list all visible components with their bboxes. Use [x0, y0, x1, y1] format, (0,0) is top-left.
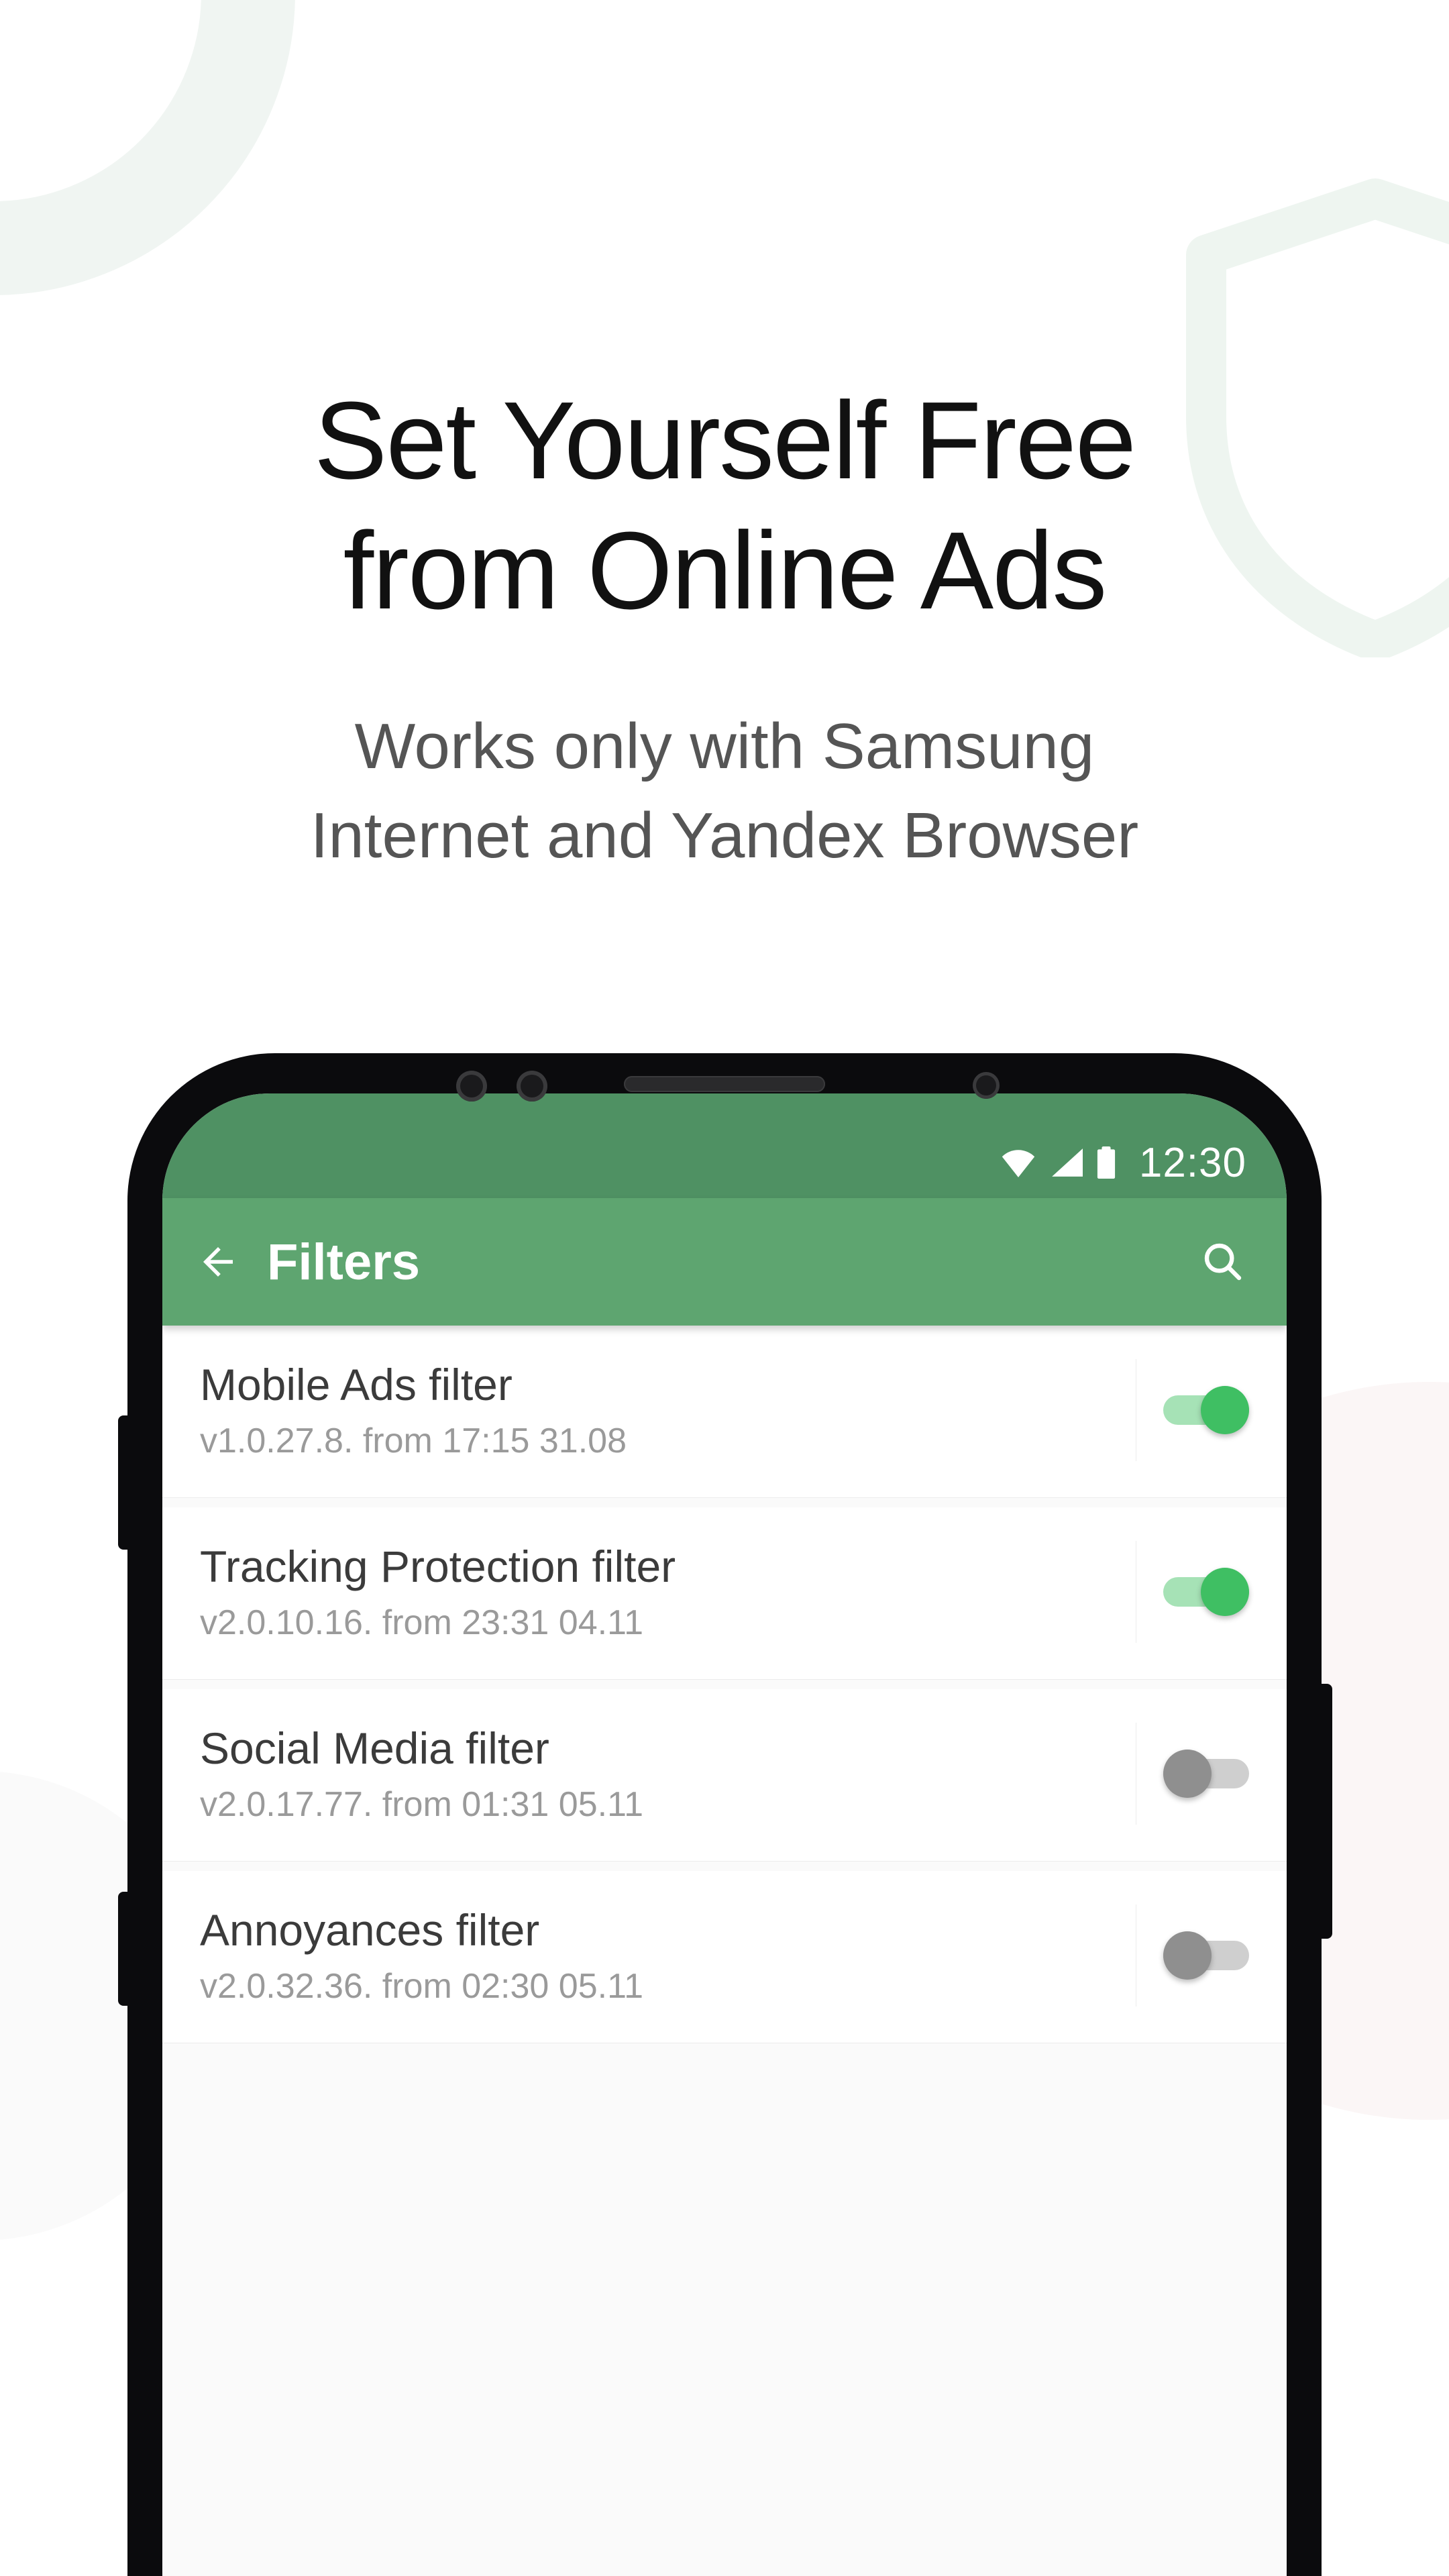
- promo-sub-line1: Works only with Samsung: [355, 710, 1095, 782]
- filter-toggle[interactable]: [1163, 1931, 1249, 1980]
- filter-subtitle: v2.0.10.16. from 23:31 04.11: [200, 1603, 1109, 1643]
- phone-side-button: [118, 1892, 127, 2006]
- battery-icon: [1095, 1146, 1118, 1179]
- status-bar: 12:30: [162, 1093, 1287, 1198]
- phone-mockup: 12:30 Filters Mobile Ads filter v1.0.27.…: [127, 1053, 1322, 2576]
- filter-text[interactable]: Mobile Ads filter v1.0.27.8. from 17:15 …: [200, 1359, 1136, 1461]
- promo-headline: Set Yourself Free from Online Ads: [87, 376, 1362, 635]
- phone-side-button: [118, 1415, 127, 1550]
- filter-row-annoyances[interactable]: Annoyances filter v2.0.32.36. from 02:30…: [162, 1871, 1287, 2043]
- back-button[interactable]: [181, 1225, 255, 1299]
- toggle-knob: [1163, 1750, 1212, 1798]
- filter-text[interactable]: Annoyances filter v2.0.32.36. from 02:30…: [200, 1904, 1136, 2006]
- filter-row-mobile-ads[interactable]: Mobile Ads filter v1.0.27.8. from 17:15 …: [162, 1326, 1287, 1498]
- status-time: 12:30: [1139, 1139, 1246, 1187]
- filter-subtitle: v2.0.17.77. from 01:31 05.11: [200, 1784, 1109, 1825]
- phone-screen: 12:30 Filters Mobile Ads filter v1.0.27.…: [162, 1093, 1287, 2576]
- search-button[interactable]: [1186, 1225, 1260, 1299]
- wifi-icon: [1000, 1148, 1037, 1177]
- toggle-knob: [1201, 1386, 1249, 1434]
- filter-row-tracking[interactable]: Tracking Protection filter v2.0.10.16. f…: [162, 1507, 1287, 1680]
- filter-list[interactable]: Mobile Ads filter v1.0.27.8. from 17:15 …: [162, 1326, 1287, 2043]
- filter-title: Social Media filter: [200, 1723, 1109, 1774]
- promo-subheadline: Works only with Samsung Internet and Yan…: [121, 702, 1328, 880]
- app-bar: Filters: [162, 1198, 1287, 1326]
- filter-toggle[interactable]: [1163, 1568, 1249, 1616]
- promo-headline-line2: from Online Ads: [343, 509, 1106, 632]
- filter-toggle[interactable]: [1163, 1386, 1249, 1434]
- filter-title: Tracking Protection filter: [200, 1541, 1109, 1592]
- phone-side-button: [1322, 1684, 1332, 1939]
- filter-text[interactable]: Social Media filter v2.0.17.77. from 01:…: [200, 1723, 1136, 1825]
- filter-row-social[interactable]: Social Media filter v2.0.17.77. from 01:…: [162, 1689, 1287, 1862]
- toggle-knob: [1201, 1568, 1249, 1616]
- filter-subtitle: v2.0.32.36. from 02:30 05.11: [200, 1966, 1109, 2006]
- signal-icon: [1049, 1148, 1083, 1177]
- phone-speaker: [624, 1076, 825, 1092]
- promo-block: Set Yourself Free from Online Ads Works …: [0, 0, 1449, 880]
- filter-subtitle: v1.0.27.8. from 17:15 31.08: [200, 1421, 1109, 1461]
- filter-text[interactable]: Tracking Protection filter v2.0.10.16. f…: [200, 1541, 1136, 1643]
- promo-headline-line1: Set Yourself Free: [314, 379, 1135, 502]
- filter-title: Mobile Ads filter: [200, 1359, 1109, 1410]
- filter-toggle[interactable]: [1163, 1750, 1249, 1798]
- phone-sensor: [456, 1071, 487, 1102]
- promo-sub-line2: Internet and Yandex Browser: [311, 800, 1139, 871]
- phone-sensor: [517, 1071, 547, 1102]
- page-title: Filters: [267, 1233, 420, 1291]
- filter-title: Annoyances filter: [200, 1904, 1109, 1955]
- toggle-knob: [1163, 1931, 1212, 1980]
- phone-sensor: [973, 1072, 1000, 1099]
